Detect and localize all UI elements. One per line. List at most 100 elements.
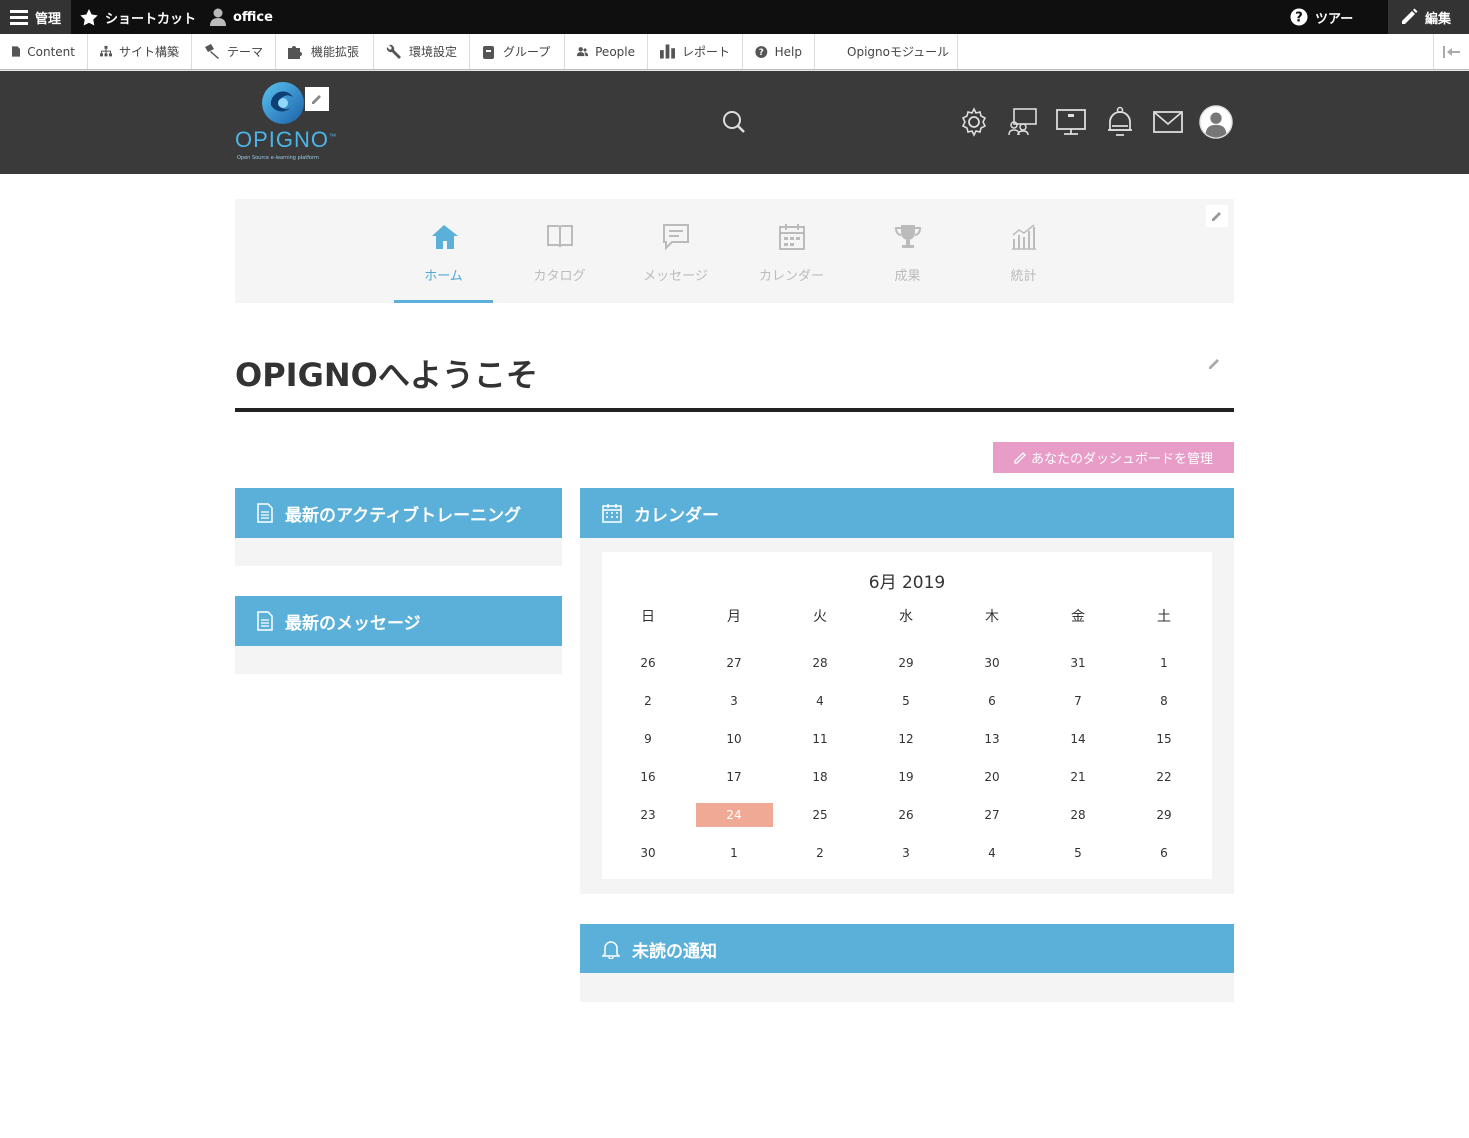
tray-item-help[interactable]: ? Help — [743, 34, 815, 69]
bell-icon — [1108, 106, 1132, 136]
tab-achievements[interactable]: 成果 — [858, 199, 957, 303]
tab-label: ホーム — [424, 269, 463, 284]
calendar-icon — [602, 504, 622, 523]
tray-item-people[interactable]: People — [565, 34, 648, 69]
title-divider — [235, 408, 1234, 412]
calendar-day[interactable]: 29 — [1126, 803, 1203, 827]
messages-button[interactable] — [1151, 105, 1185, 139]
user-avatar-button[interactable] — [1199, 105, 1233, 139]
tray-item-appearance[interactable]: テーマ — [192, 34, 276, 69]
calendar-weekday: 月 — [727, 609, 741, 625]
calendar-day[interactable]: 3 — [868, 841, 945, 865]
calendar-day[interactable]: 22 — [1126, 765, 1203, 789]
calendar-day[interactable]: 9 — [610, 727, 687, 751]
file-icon — [12, 46, 21, 57]
tabnav-edit-button[interactable] — [1206, 205, 1228, 227]
calendar-day[interactable]: 30 — [954, 651, 1031, 675]
calendar-day[interactable]: 17 — [696, 765, 773, 789]
calendar-day-today[interactable]: 24 — [695, 803, 773, 827]
tray-item-groups[interactable]: グループ — [470, 34, 565, 69]
collapse-arrow-icon — [1442, 45, 1460, 58]
calendar-day[interactable]: 25 — [782, 803, 859, 827]
calendar-day[interactable]: 1 — [1126, 651, 1203, 675]
calendar-day[interactable]: 12 — [868, 727, 945, 751]
calendar-weekday: 日 — [641, 609, 655, 625]
calendar-day[interactable]: 15 — [1126, 727, 1203, 751]
pencil-icon — [1014, 452, 1026, 464]
calendar-day[interactable]: 10 — [696, 727, 773, 751]
edit-button[interactable]: 編集 — [1387, 0, 1469, 34]
calendar-day[interactable]: 7 — [1040, 689, 1117, 713]
messages-block-title: 最新のメッセージ — [285, 613, 421, 634]
settings-button[interactable] — [957, 105, 991, 139]
calendar-day[interactable]: 4 — [782, 689, 859, 713]
calendar-day[interactable]: 2 — [782, 841, 859, 865]
calendar-day[interactable]: 30 — [610, 841, 687, 865]
classroom-icon — [1008, 108, 1037, 136]
calendar-day[interactable]: 14 — [1040, 727, 1117, 751]
calendar-day[interactable]: 6 — [954, 689, 1031, 713]
search-button[interactable] — [717, 105, 751, 139]
calendar-day[interactable]: 23 — [610, 803, 687, 827]
tray-item-structure[interactable]: サイト構築 — [88, 34, 192, 69]
calendar-day[interactable]: 8 — [1126, 689, 1203, 713]
tray-item-label: テーマ — [226, 45, 263, 59]
notifications-button[interactable] — [1103, 105, 1137, 139]
tray-item-config[interactable]: 環境設定 — [374, 34, 470, 69]
calendar-day[interactable]: 16 — [610, 765, 687, 789]
calendar-day[interactable]: 28 — [1040, 803, 1117, 827]
calendar-day[interactable]: 29 — [868, 651, 945, 675]
calendar-weekday: 土 — [1157, 609, 1171, 625]
calendar-day[interactable]: 19 — [868, 765, 945, 789]
wrench-icon — [386, 44, 401, 59]
admin-tray: Content サイト構築 テーマ 機能拡張 環境設定 グループ People … — [0, 34, 1469, 70]
tray-item-content[interactable]: Content — [0, 34, 88, 69]
pencil-icon — [1212, 212, 1221, 221]
calendar-day[interactable]: 27 — [696, 651, 773, 675]
calendar-day[interactable]: 5 — [868, 689, 945, 713]
tab-catalog[interactable]: カタログ — [510, 199, 609, 303]
tab-home[interactable]: ホーム — [394, 199, 493, 303]
title-edit-button[interactable] — [1208, 355, 1222, 374]
tour-button[interactable]: ? ツアー — [1280, 0, 1363, 34]
envelope-icon — [1153, 111, 1183, 133]
calendar-day[interactable]: 26 — [868, 803, 945, 827]
tray-item-opigno-modules[interactable]: Opignoモジュール — [815, 34, 958, 69]
tab-calendar[interactable]: カレンダー — [742, 199, 841, 303]
tab-label: 成果 — [894, 269, 921, 284]
calendar-day[interactable]: 13 — [954, 727, 1031, 751]
svg-text:?: ? — [1295, 11, 1303, 26]
tray-item-label: グループ — [503, 45, 551, 59]
manage-dashboard-button[interactable]: あなたのダッシュボードを管理 — [993, 442, 1234, 473]
people-icon — [577, 47, 589, 57]
classroom-button[interactable] — [1006, 105, 1040, 139]
calendar-day[interactable]: 27 — [954, 803, 1031, 827]
calendar-day[interactable]: 3 — [696, 689, 773, 713]
hamburger-icon — [10, 10, 28, 25]
tray-collapse-button[interactable] — [1433, 34, 1469, 69]
tray-item-extend[interactable]: 機能拡張 — [276, 34, 374, 69]
logo-edit-button[interactable] — [305, 87, 329, 111]
puzzle-icon — [288, 46, 302, 59]
tab-statistics[interactable]: 統計 — [974, 199, 1073, 303]
shortcuts-button[interactable]: ショートカット — [70, 0, 206, 34]
tab-messages[interactable]: メッセージ — [626, 199, 725, 303]
calendar-day[interactable]: 26 — [610, 651, 687, 675]
user-menu-button[interactable]: office — [200, 0, 283, 34]
calendar-day[interactable]: 18 — [782, 765, 859, 789]
calendar-day[interactable]: 21 — [1040, 765, 1117, 789]
calendar-day[interactable]: 1 — [696, 841, 773, 865]
calendar-day[interactable]: 11 — [782, 727, 859, 751]
calendar-day[interactable]: 31 — [1040, 651, 1117, 675]
live-meeting-button[interactable] — [1054, 105, 1088, 139]
calendar-day[interactable]: 6 — [1126, 841, 1203, 865]
calendar-day[interactable]: 5 — [1040, 841, 1117, 865]
calendar-day[interactable]: 2 — [610, 689, 687, 713]
calendar-day[interactable]: 28 — [782, 651, 859, 675]
calendar-day[interactable]: 4 — [954, 841, 1031, 865]
tray-item-reports[interactable]: レポート — [648, 34, 743, 69]
tray-item-label: Help — [774, 44, 802, 59]
manage-menu-button[interactable]: 管理 — [0, 0, 72, 34]
calendar-day[interactable]: 20 — [954, 765, 1031, 789]
calendar-month-title: 6月 2019 — [868, 573, 946, 593]
